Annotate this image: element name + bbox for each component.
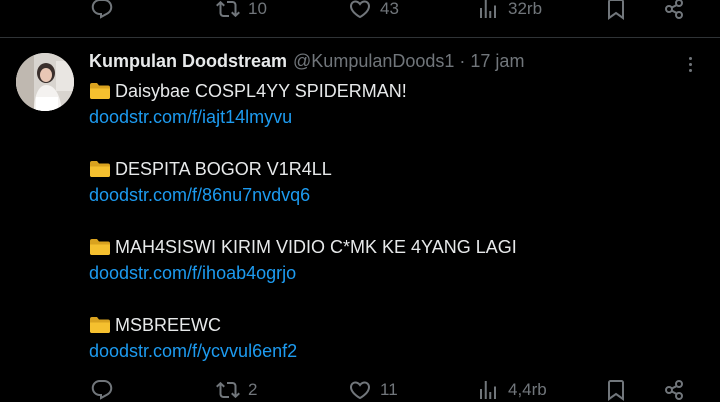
entry-link[interactable]: doodstr.com/f/86nu7nvdvq6 xyxy=(89,182,689,208)
bookmark-icon xyxy=(608,0,624,20)
reply-button[interactable] xyxy=(90,0,122,21)
entry-link[interactable]: doodstr.com/f/iajt14lmyvu xyxy=(89,104,689,130)
list-item: MAH4SISWI KIRIM VIDIO C*MK KE 4YANG LAGI… xyxy=(89,234,689,312)
like-button[interactable]: 11 xyxy=(348,378,398,402)
entry-title-line: MSBREEWC xyxy=(89,312,689,338)
entry-title: DESPITA BOGOR V1R4LL xyxy=(115,159,332,179)
entry-title: MAH4SISWI KIRIM VIDIO C*MK KE 4YANG LAGI xyxy=(115,237,517,257)
display-name[interactable]: Kumpulan Doodstream xyxy=(89,51,287,72)
retweet-count: 2 xyxy=(248,380,258,399)
heart-icon xyxy=(349,0,371,19)
avatar[interactable] xyxy=(16,53,74,111)
retweet-icon xyxy=(216,381,240,399)
views-button[interactable]: 32rb xyxy=(476,0,542,21)
retweet-button[interactable]: 2 xyxy=(216,378,257,402)
list-item: Daisybae COSPL4YY SPIDERMAN! doodstr.com… xyxy=(89,78,689,156)
share-icon xyxy=(665,0,683,20)
like-count: 11 xyxy=(380,380,398,399)
share-icon xyxy=(665,379,683,401)
previous-tweet-action-bar: 10 43 32rb xyxy=(90,0,690,21)
bookmark-icon xyxy=(608,380,624,401)
more-icon-dot xyxy=(688,68,692,72)
entry-title: Daisybae COSPL4YY SPIDERMAN! xyxy=(115,81,407,101)
entry-link[interactable]: doodstr.com/f/ycvvul6enf2 xyxy=(89,338,689,364)
folder-icon xyxy=(90,161,110,177)
views-icon xyxy=(480,381,496,399)
views-count: 4,4rb xyxy=(508,380,547,399)
retweet-count: 10 xyxy=(248,0,267,18)
folder-icon xyxy=(90,83,110,99)
timestamp[interactable]: 17 jam xyxy=(470,51,524,72)
views-count: 32rb xyxy=(508,0,543,18)
entry-title: MSBREEWC xyxy=(115,315,222,335)
entry-title-line: Daisybae COSPL4YY SPIDERMAN! xyxy=(89,78,689,104)
tweet-action-bar: 2 11 4,4rb xyxy=(90,378,690,402)
entry-title-line: DESPITA BOGOR V1R4LL xyxy=(89,156,689,182)
separator-dot: · xyxy=(459,51,466,71)
reply-icon xyxy=(91,380,113,400)
folder-icon xyxy=(90,239,110,255)
list-item: DESPITA BOGOR V1R4LL doodstr.com/f/86nu7… xyxy=(89,156,689,234)
like-count: 43 xyxy=(380,0,399,18)
bookmark-button[interactable] xyxy=(604,378,628,402)
user-handle[interactable]: @KumpulanDoods1 xyxy=(293,51,454,72)
tweet-text: Daisybae COSPL4YY SPIDERMAN! doodstr.com… xyxy=(89,78,689,390)
retweet-button[interactable]: 10 xyxy=(216,0,267,21)
reply-icon xyxy=(91,0,113,19)
bookmark-button[interactable] xyxy=(604,0,628,21)
tweet[interactable]: Kumpulan Doodstream @KumpulanDoods1 · 17… xyxy=(0,38,720,402)
folder-icon xyxy=(90,317,110,333)
views-button[interactable]: 4,4rb xyxy=(476,378,547,402)
like-button[interactable]: 43 xyxy=(348,0,399,21)
avatar-image xyxy=(16,53,74,111)
entry-title-line: MAH4SISWI KIRIM VIDIO C*MK KE 4YANG LAGI xyxy=(89,234,689,260)
reply-button[interactable] xyxy=(90,378,122,402)
more-icon-dot xyxy=(688,62,692,66)
retweet-icon xyxy=(216,0,240,18)
share-button[interactable] xyxy=(662,378,686,402)
entry-link[interactable]: doodstr.com/f/ihoab4ogrjo xyxy=(89,260,689,286)
views-icon xyxy=(480,0,496,18)
more-icon-dot xyxy=(688,56,692,60)
tweet-header: Kumpulan Doodstream @KumpulanDoods1 · 17… xyxy=(89,51,524,72)
heart-icon xyxy=(349,381,371,400)
more-options-button[interactable] xyxy=(680,54,700,74)
share-button[interactable] xyxy=(662,0,686,21)
